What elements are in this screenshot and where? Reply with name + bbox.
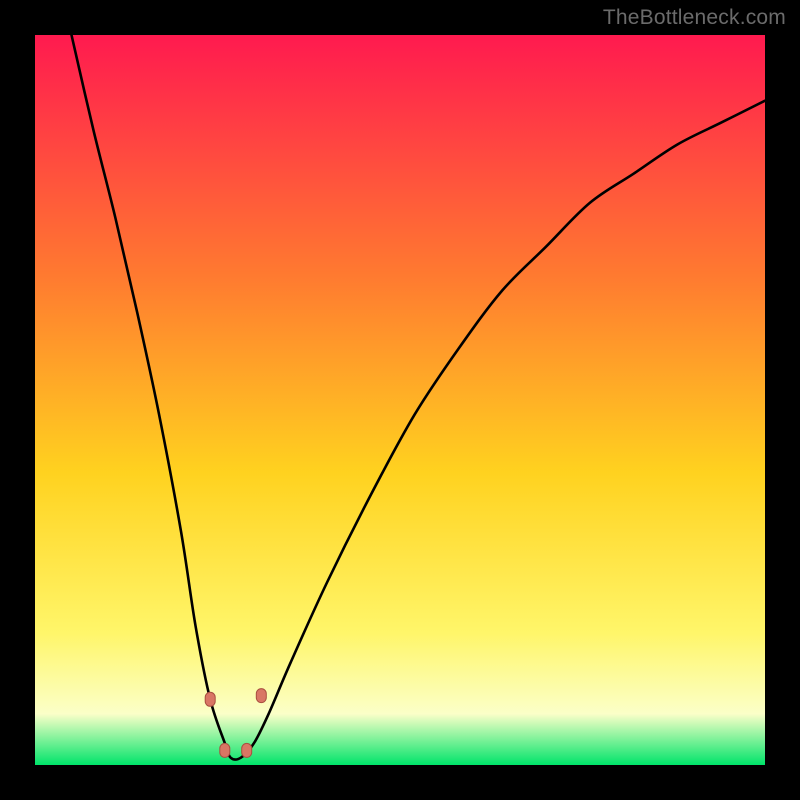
curve-marker [256, 689, 266, 703]
curve-markers [205, 689, 266, 758]
curve-marker [220, 743, 230, 757]
curve-layer [35, 35, 765, 765]
plot-area [35, 35, 765, 765]
curve-marker [205, 692, 215, 706]
watermark-text: TheBottleneck.com [603, 6, 786, 30]
outer-frame: TheBottleneck.com [0, 0, 800, 800]
bottleneck-curve [72, 35, 766, 760]
curve-marker [242, 743, 252, 757]
